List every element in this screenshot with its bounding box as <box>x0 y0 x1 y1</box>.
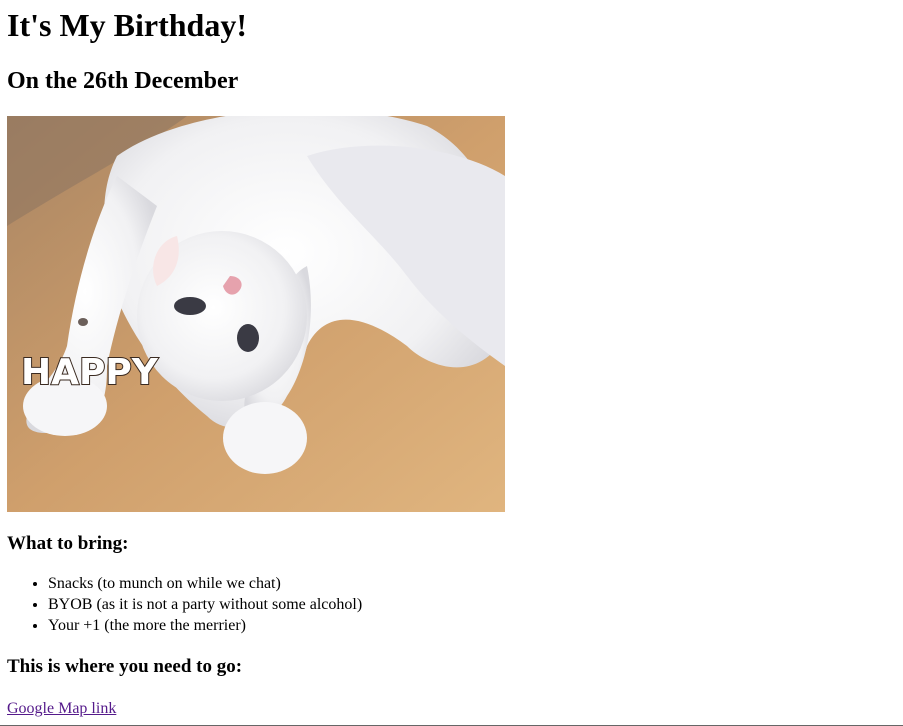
list-item: BYOB (as it is not a party without some … <box>48 594 362 615</box>
birthday-cat-image: HAPPY <box>7 116 505 512</box>
image-overlay-text: HAPPY <box>21 352 159 393</box>
page-subtitle: On the 26th December <box>7 68 239 94</box>
list-item: Snacks (to munch on while we chat) <box>48 573 362 594</box>
google-map-link[interactable]: Google Map link <box>7 698 116 720</box>
what-to-bring-heading: What to bring: <box>7 533 129 554</box>
cat-illustration: HAPPY <box>7 116 505 512</box>
bring-list: Snacks (to munch on while we chat) BYOB … <box>7 573 362 636</box>
page-title: It's My Birthday! <box>7 7 247 43</box>
location-heading: This is where you need to go: <box>7 656 243 677</box>
list-item: Your +1 (the more the merrier) <box>48 615 362 636</box>
